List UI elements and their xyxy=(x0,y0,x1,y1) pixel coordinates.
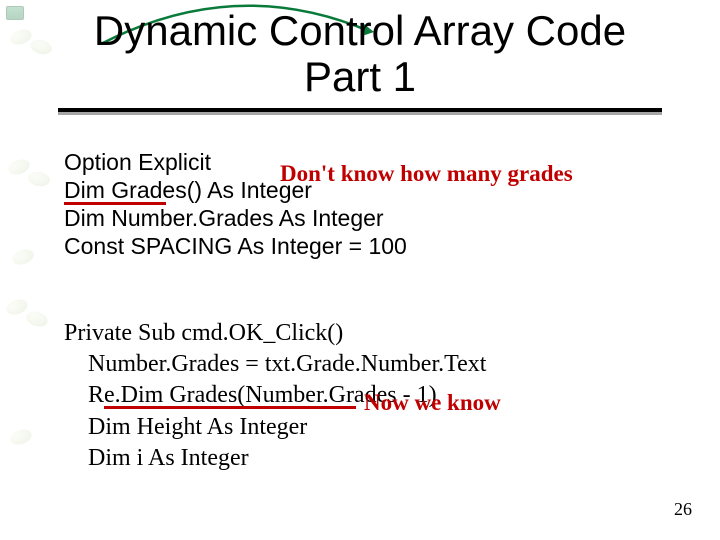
code-line: Number.Grades = txt.Grade.Number.Text xyxy=(64,349,684,380)
code-line: Dim i As Integer xyxy=(64,443,684,474)
red-underline-2 xyxy=(104,406,356,409)
red-underline-1 xyxy=(64,202,166,205)
annotation-dont-know: Don't know how many grades xyxy=(280,160,573,188)
code-line: Const SPACING As Integer = 100 xyxy=(64,232,664,260)
page-number: 26 xyxy=(674,499,692,520)
title-underline xyxy=(58,108,662,112)
code-block-1: Option Explicit Dim Grades() As Integer … xyxy=(64,148,664,260)
title-line-1: Dynamic Control Array Code xyxy=(94,7,626,54)
slide-title: Dynamic Control Array Code Part 1 xyxy=(0,8,720,100)
code-line: Dim Number.Grades As Integer xyxy=(64,204,664,232)
title-line-2: Part 1 xyxy=(304,53,416,100)
code-line: Private Sub cmd.OK_Click() xyxy=(64,318,684,349)
annotation-now-we-know: Now we know xyxy=(364,388,501,418)
code-block-2: Private Sub cmd.OK_Click() Number.Grades… xyxy=(64,318,684,474)
slide: Dynamic Control Array Code Part 1 Option… xyxy=(0,0,720,540)
